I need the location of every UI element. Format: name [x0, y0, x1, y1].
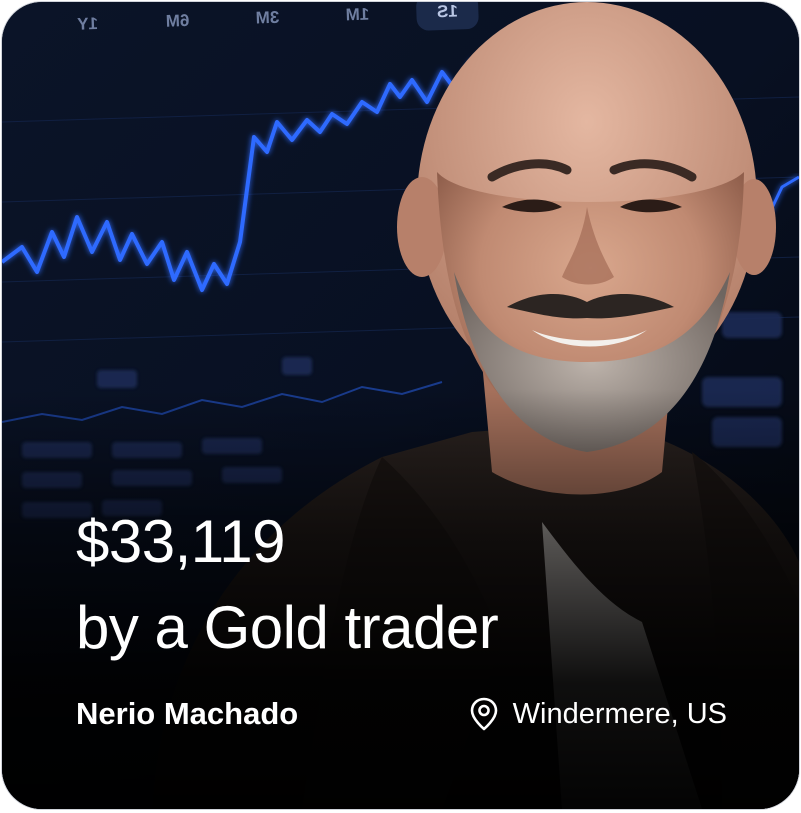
trader-card[interactable]: 1Y 6M 3M 1M 1S $33,119 by a Gold trader … — [2, 2, 799, 809]
amount-text: $33,119 — [76, 508, 285, 575]
headline: $33,119 by a Gold trader — [76, 499, 499, 671]
location: Windermere, US — [469, 697, 727, 731]
trader-name: Nerio Machado — [76, 696, 299, 731]
subtitle-text: by a Gold trader — [76, 594, 499, 661]
card-footer: Nerio Machado Windermere, US — [76, 696, 727, 732]
map-pin-icon — [469, 697, 499, 731]
location-text: Windermere, US — [512, 697, 727, 730]
